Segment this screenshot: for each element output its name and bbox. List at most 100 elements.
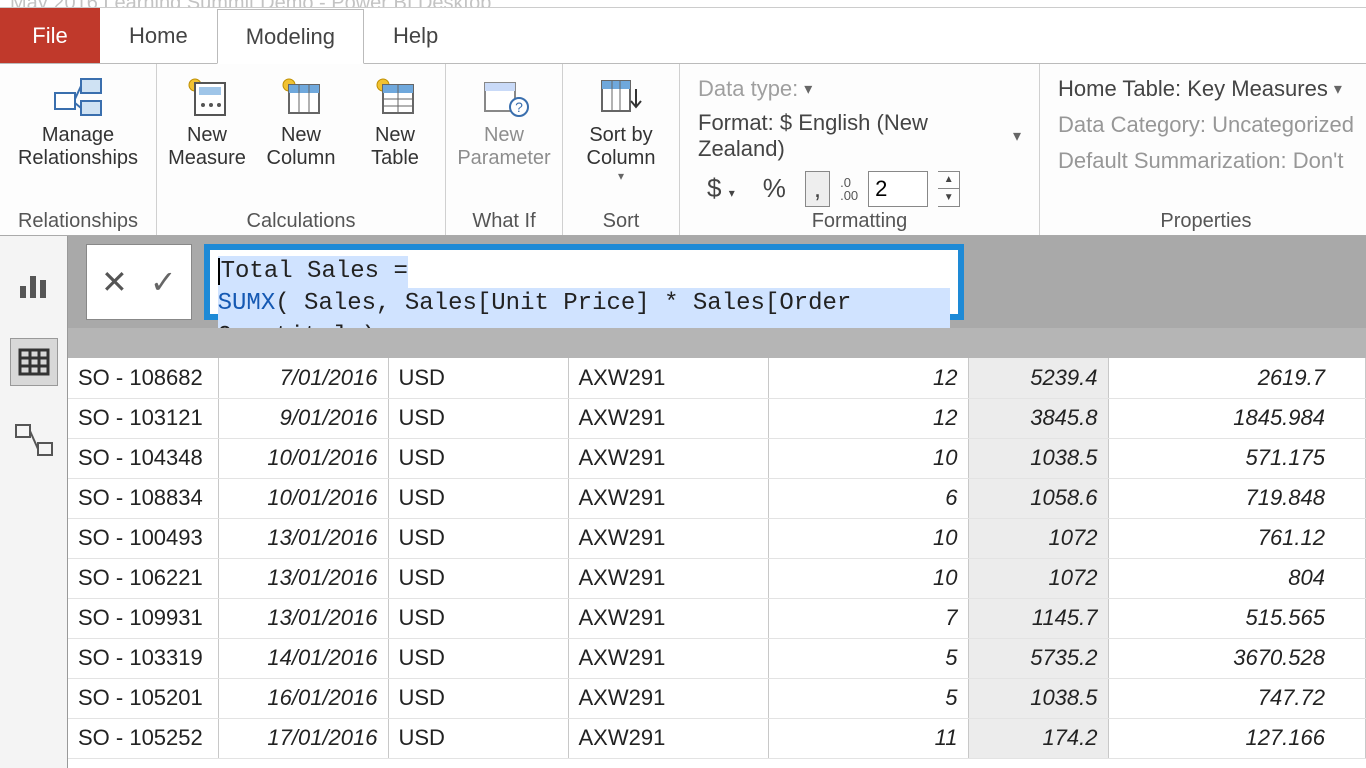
- cell-qty[interactable]: 5: [768, 638, 968, 678]
- new-measure-button[interactable]: New Measure: [165, 68, 249, 170]
- cell-date[interactable]: 10/01/2016: [218, 478, 388, 518]
- cell-so[interactable]: SO - 105201: [68, 678, 218, 718]
- cell-val1[interactable]: 174.2: [968, 718, 1108, 758]
- cell-so[interactable]: SO - 103319: [68, 638, 218, 678]
- cell-val1[interactable]: 1072: [968, 558, 1108, 598]
- cell-val2[interactable]: 2619.7: [1108, 358, 1366, 398]
- table-row[interactable]: SO - 1086827/01/2016USDAXW291125239.4261…: [68, 358, 1366, 398]
- cell-code[interactable]: AXW291: [568, 558, 768, 598]
- cell-code[interactable]: AXW291: [568, 438, 768, 478]
- cell-val2[interactable]: 127.166: [1108, 718, 1366, 758]
- cell-code[interactable]: AXW291: [568, 358, 768, 398]
- cell-currency[interactable]: USD: [388, 718, 568, 758]
- table-row[interactable]: SO - 1031219/01/2016USDAXW291123845.8184…: [68, 398, 1366, 438]
- new-parameter-button[interactable]: ? New Parameter: [454, 68, 554, 170]
- cell-date[interactable]: 13/01/2016: [218, 558, 388, 598]
- cell-so[interactable]: SO - 106221: [68, 558, 218, 598]
- cell-val1[interactable]: 1072: [968, 518, 1108, 558]
- cell-qty[interactable]: 10: [768, 438, 968, 478]
- cell-code[interactable]: AXW291: [568, 478, 768, 518]
- home-table-dropdown[interactable]: ▾: [1334, 79, 1342, 99]
- cell-val1[interactable]: 3845.8: [968, 398, 1108, 438]
- data-type-dropdown[interactable]: ▾: [804, 79, 812, 99]
- table-row[interactable]: SO - 10049313/01/2016USDAXW291101072761.…: [68, 518, 1366, 558]
- table-row[interactable]: SO - 10622113/01/2016USDAXW291101072804: [68, 558, 1366, 598]
- cell-val1[interactable]: 1038.5: [968, 678, 1108, 718]
- cell-date[interactable]: 17/01/2016: [218, 718, 388, 758]
- cell-qty[interactable]: 5: [768, 678, 968, 718]
- cancel-formula-button[interactable]: ✕: [101, 263, 128, 301]
- decimals-input[interactable]: [868, 171, 928, 207]
- cell-code[interactable]: AXW291: [568, 718, 768, 758]
- cell-currency[interactable]: USD: [388, 358, 568, 398]
- cell-date[interactable]: 13/01/2016: [218, 598, 388, 638]
- cell-val1[interactable]: 5735.2: [968, 638, 1108, 678]
- cell-val2[interactable]: 761.12: [1108, 518, 1366, 558]
- model-view-button[interactable]: [10, 416, 58, 464]
- cell-val2[interactable]: 515.565: [1108, 598, 1366, 638]
- cell-qty[interactable]: 10: [768, 558, 968, 598]
- formula-editor[interactable]: Total Sales = SUMX( Sales, Sales[Unit Pr…: [204, 244, 964, 320]
- report-view-button[interactable]: [10, 260, 58, 308]
- cell-code[interactable]: AXW291: [568, 598, 768, 638]
- cell-qty[interactable]: 12: [768, 358, 968, 398]
- tab-help[interactable]: Help: [364, 8, 467, 63]
- cell-so[interactable]: SO - 103121: [68, 398, 218, 438]
- cell-val1[interactable]: 1038.5: [968, 438, 1108, 478]
- cell-so[interactable]: SO - 109931: [68, 598, 218, 638]
- cell-so[interactable]: SO - 104348: [68, 438, 218, 478]
- cell-date[interactable]: 10/01/2016: [218, 438, 388, 478]
- cell-val1[interactable]: 1058.6: [968, 478, 1108, 518]
- manage-relationships-button[interactable]: Manage Relationships: [8, 68, 148, 170]
- table-row[interactable]: SO - 10520116/01/2016USDAXW29151038.5747…: [68, 678, 1366, 718]
- cell-val1[interactable]: 5239.4: [968, 358, 1108, 398]
- file-menu[interactable]: File: [0, 8, 100, 63]
- cell-val1[interactable]: 1145.7: [968, 598, 1108, 638]
- table-row[interactable]: SO - 10434810/01/2016USDAXW291101038.557…: [68, 438, 1366, 478]
- cell-so[interactable]: SO - 108834: [68, 478, 218, 518]
- table-row[interactable]: SO - 10525217/01/2016USDAXW29111174.2127…: [68, 718, 1366, 758]
- table-row[interactable]: SO - 10883410/01/2016USDAXW29161058.6719…: [68, 478, 1366, 518]
- cell-code[interactable]: AXW291: [568, 638, 768, 678]
- cell-date[interactable]: 14/01/2016: [218, 638, 388, 678]
- cell-so[interactable]: SO - 105252: [68, 718, 218, 758]
- cell-so[interactable]: SO - 100493: [68, 518, 218, 558]
- cell-code[interactable]: AXW291: [568, 518, 768, 558]
- cell-qty[interactable]: 6: [768, 478, 968, 518]
- percent-button[interactable]: %: [754, 170, 795, 207]
- decimals-stepper[interactable]: ▲▼: [938, 171, 960, 207]
- cell-currency[interactable]: USD: [388, 558, 568, 598]
- cell-currency[interactable]: USD: [388, 398, 568, 438]
- cell-val2[interactable]: 719.848: [1108, 478, 1366, 518]
- cell-qty[interactable]: 10: [768, 518, 968, 558]
- tab-home[interactable]: Home: [100, 8, 217, 63]
- cell-date[interactable]: 9/01/2016: [218, 398, 388, 438]
- cell-val2[interactable]: 571.175: [1108, 438, 1366, 478]
- cell-code[interactable]: AXW291: [568, 678, 768, 718]
- commit-formula-button[interactable]: ✓: [150, 263, 177, 301]
- data-view-button[interactable]: [10, 338, 58, 386]
- thousands-separator-button[interactable]: ,: [805, 171, 830, 207]
- cell-qty[interactable]: 11: [768, 718, 968, 758]
- tab-modeling[interactable]: Modeling: [217, 9, 364, 64]
- cell-date[interactable]: 13/01/2016: [218, 518, 388, 558]
- cell-qty[interactable]: 12: [768, 398, 968, 438]
- table-row[interactable]: SO - 10993113/01/2016USDAXW29171145.7515…: [68, 598, 1366, 638]
- cell-currency[interactable]: USD: [388, 518, 568, 558]
- format-dropdown[interactable]: ▾: [1013, 126, 1021, 146]
- cell-val2[interactable]: 747.72: [1108, 678, 1366, 718]
- cell-val2[interactable]: 1845.984: [1108, 398, 1366, 438]
- cell-date[interactable]: 16/01/2016: [218, 678, 388, 718]
- cell-date[interactable]: 7/01/2016: [218, 358, 388, 398]
- cell-currency[interactable]: USD: [388, 478, 568, 518]
- currency-button[interactable]: $ ▾: [698, 170, 744, 207]
- new-column-button[interactable]: New Column: [259, 68, 343, 170]
- cell-qty[interactable]: 7: [768, 598, 968, 638]
- cell-currency[interactable]: USD: [388, 678, 568, 718]
- data-grid[interactable]: SO - 1086827/01/2016USDAXW291125239.4261…: [68, 358, 1366, 759]
- cell-val2[interactable]: 3670.528: [1108, 638, 1366, 678]
- new-table-button[interactable]: New Table: [353, 68, 437, 170]
- cell-so[interactable]: SO - 108682: [68, 358, 218, 398]
- table-row[interactable]: SO - 10331914/01/2016USDAXW29155735.2367…: [68, 638, 1366, 678]
- cell-currency[interactable]: USD: [388, 438, 568, 478]
